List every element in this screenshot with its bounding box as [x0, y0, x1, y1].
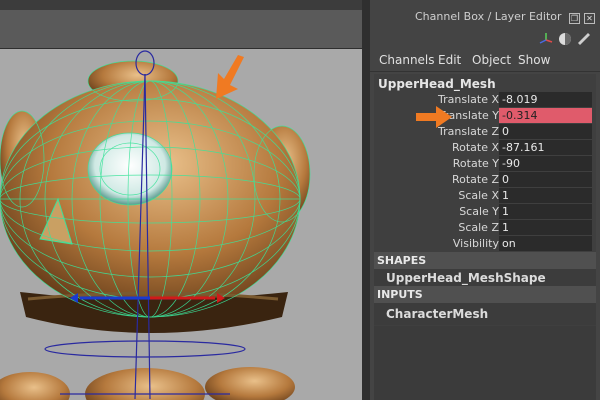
shading-icon[interactable] — [557, 31, 573, 47]
channel-value[interactable]: 0 — [499, 172, 592, 187]
channel-box-menubar: Channels Edit Object Show — [370, 52, 600, 70]
menu-channels[interactable]: Channels — [379, 53, 435, 67]
input-item[interactable]: CharacterMesh — [374, 303, 596, 325]
input-item-label[interactable]: CharacterMesh — [386, 307, 488, 321]
channel-value[interactable]: on — [499, 236, 592, 251]
channel-value[interactable]: 1 — [499, 188, 592, 203]
panel-title: Channel Box / Layer Editor — [415, 10, 562, 23]
channel-list-empty-area — [374, 326, 596, 400]
menu-object[interactable]: Object — [472, 53, 511, 67]
panel-splitter[interactable] — [362, 0, 370, 400]
channel-value[interactable]: -8.019 — [499, 92, 592, 107]
channel-row-rotate-x[interactable]: Rotate X -87.161 — [374, 140, 596, 156]
channel-label[interactable]: Rotate Z — [452, 173, 499, 186]
viewport-canvas[interactable] — [0, 49, 362, 400]
menu-divider — [370, 71, 600, 72]
channel-row-rotate-y[interactable]: Rotate Y -90 — [374, 156, 596, 172]
channel-value[interactable]: -0.314 — [499, 108, 592, 123]
shape-item-label[interactable]: UpperHead_MeshShape — [386, 271, 546, 285]
channel-row-scale-z[interactable]: Scale Z 1 — [374, 220, 596, 236]
channel-value[interactable]: 1 — [499, 204, 592, 219]
channel-label[interactable]: Rotate Y — [453, 157, 499, 170]
section-label: INPUTS — [377, 288, 423, 301]
channel-row-translate-x[interactable]: Translate X -8.019 — [374, 92, 596, 108]
channel-row-translate-y[interactable]: Translate Y -0.314 — [374, 108, 596, 124]
channel-label[interactable]: Visibility — [453, 237, 499, 250]
panel-icon-bar — [370, 28, 600, 50]
character-render — [0, 50, 311, 400]
shapes-section-header: SHAPES — [374, 252, 596, 269]
section-label: SHAPES — [377, 254, 427, 267]
channel-value[interactable]: -90 — [499, 156, 592, 171]
channel-row-translate-z[interactable]: Translate Z 0 — [374, 124, 596, 140]
channel-value[interactable]: 1 — [499, 220, 592, 235]
channel-list: UpperHead_Mesh Translate X -8.019 Transl… — [374, 74, 596, 400]
inputs-section-header: INPUTS — [374, 286, 596, 303]
panel-titlebar: Channel Box / Layer Editor ❐ ✕ — [370, 8, 600, 26]
channel-label[interactable]: Rotate X — [452, 141, 499, 154]
channel-label[interactable]: Scale Y — [459, 205, 499, 218]
channel-row-rotate-z[interactable]: Rotate Z 0 — [374, 172, 596, 188]
viewport-toolbar — [0, 10, 362, 49]
layers-icon[interactable] — [576, 31, 592, 47]
menu-show[interactable]: Show — [518, 53, 550, 67]
menu-edit[interactable]: Edit — [438, 53, 461, 67]
channel-label[interactable]: Translate X — [438, 93, 499, 106]
channel-value[interactable]: 0 — [499, 124, 592, 139]
restore-icon[interactable]: ❐ — [569, 13, 580, 24]
channel-box-panel: Channel Box / Layer Editor ❐ ✕ Channels … — [370, 0, 600, 400]
axis-icon[interactable] — [538, 31, 554, 47]
arrow-annotation — [416, 106, 452, 128]
channel-row-visibility[interactable]: Visibility on — [374, 236, 596, 252]
channel-label[interactable]: Scale Z — [458, 221, 499, 234]
channel-row-scale-y[interactable]: Scale Y 1 — [374, 204, 596, 220]
shape-item[interactable]: UpperHead_MeshShape — [374, 269, 596, 286]
object-name[interactable]: UpperHead_Mesh — [378, 77, 496, 91]
channel-row-scale-x[interactable]: Scale X 1 — [374, 188, 596, 204]
channel-value[interactable]: -87.161 — [499, 140, 592, 155]
close-icon[interactable]: ✕ — [584, 13, 595, 24]
viewport[interactable] — [0, 0, 362, 400]
arrow-annotation — [216, 55, 244, 99]
channel-label[interactable]: Scale X — [458, 189, 499, 202]
